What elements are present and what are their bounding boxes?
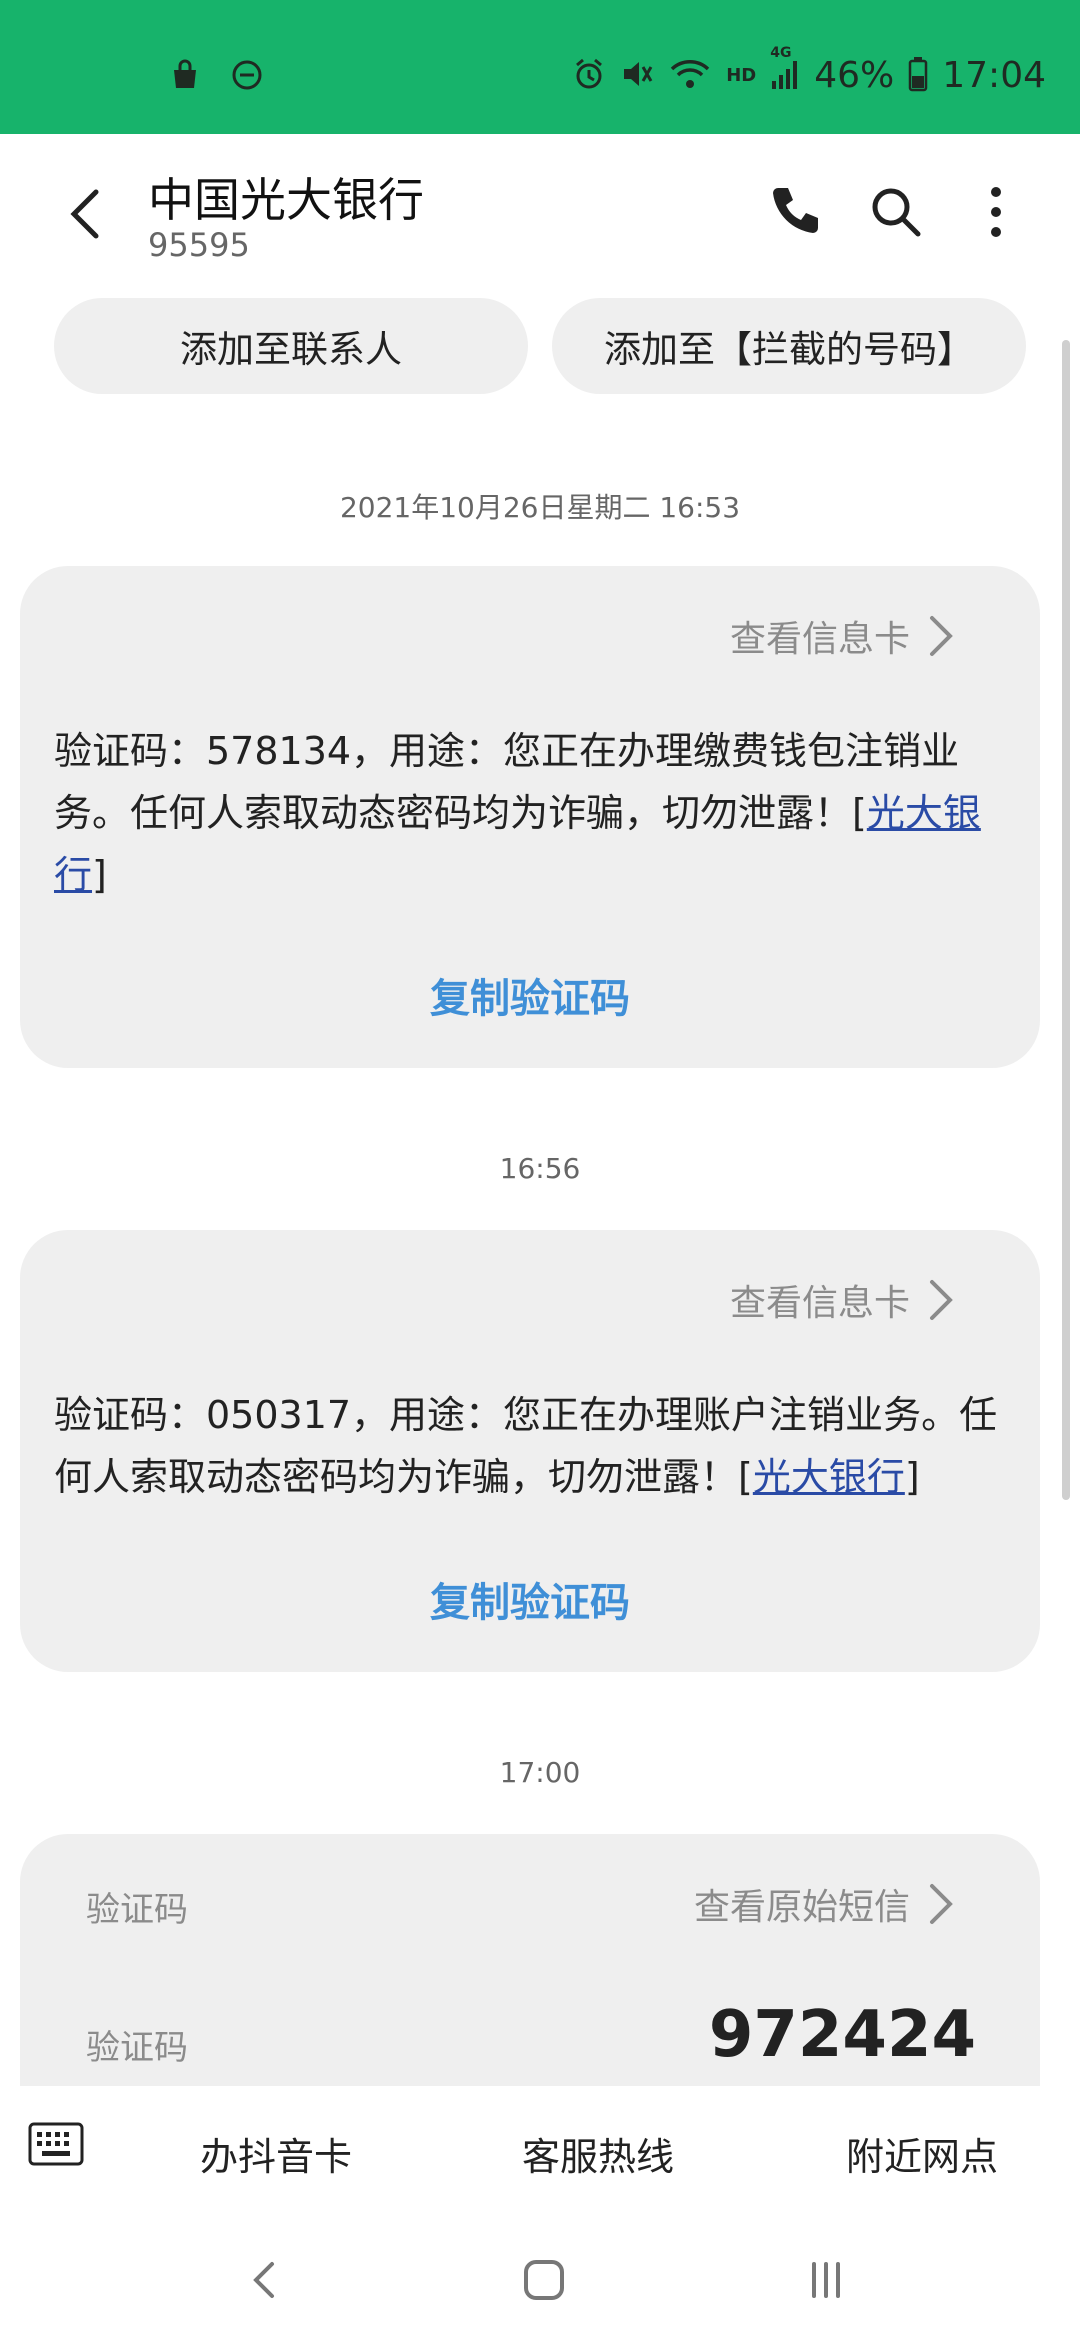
bank-link[interactable]: 光大银行 [753, 1455, 905, 1499]
nav-recents-icon [812, 2262, 840, 2298]
call-button[interactable] [764, 182, 824, 242]
nav-home-icon [524, 2260, 564, 2300]
nav-back-icon [253, 2262, 274, 2298]
battery-icon [908, 56, 928, 96]
phone-icon [773, 188, 818, 233]
quick-item-douyin-card[interactable]: 办抖音卡 [200, 2126, 352, 2181]
message-bubble[interactable]: 查看信息卡 验证码：578134，用途：您正在办理缴费钱包注销业务。任何人索取动… [20, 566, 1040, 1068]
do-not-disturb-icon [230, 58, 264, 96]
contact-name: 中国光大银行 [148, 173, 424, 227]
otp-code[interactable]: 972424 [709, 1998, 976, 2072]
otp-row-label: 验证码 [86, 2028, 188, 2068]
chevron-right-icon [930, 1884, 953, 1924]
timestamp: 2021年10月26日星期二 16:53 [339, 491, 741, 524]
message-bracket: ] [92, 853, 107, 897]
wifi-icon [668, 57, 712, 95]
view-info-card-label: 查看信息卡 [729, 1283, 910, 1324]
signal-icon: 4G [770, 45, 800, 95]
view-original-sms-link[interactable]: 查看原始短信 [694, 1878, 956, 1930]
system-nav-bar [0, 2216, 1080, 2340]
quick-action-bar: 办抖音卡 客服热线 附近网点 [0, 2086, 1080, 2216]
otp-card-title: 验证码 [86, 1890, 188, 1930]
mute-icon [620, 57, 654, 95]
network-type-label: 4G [770, 44, 792, 61]
quick-item-nearby-branches[interactable]: 附近网点 [846, 2126, 998, 2181]
add-to-blocked-button[interactable]: 添加至【拦截的号码】 [552, 298, 1026, 394]
more-options-button[interactable] [966, 182, 1026, 242]
view-info-card-label: 查看信息卡 [729, 619, 910, 660]
message-body: 验证码：578134，用途：您正在办理缴费钱包注销业务。任何人索取动态密码均为诈… [54, 729, 960, 835]
more-vert-icon [991, 187, 1001, 237]
timestamp: 17:00 [499, 1756, 581, 1789]
keyboard-button[interactable] [28, 2122, 84, 2166]
contact-number: 95595 [148, 226, 250, 264]
clock: 17:04 [942, 55, 1046, 96]
alarm-icon [572, 57, 606, 95]
quick-item-hotline[interactable]: 客服热线 [522, 2126, 674, 2181]
shopping-bag-icon [168, 58, 202, 96]
copy-code-button[interactable]: 复制验证码 [20, 966, 1040, 1024]
chevron-right-icon [930, 1280, 953, 1320]
status-bar: HD 4G 46% 17:04 [0, 0, 1080, 134]
view-original-label: 查看原始短信 [693, 1887, 910, 1928]
network-hd-label: HD [726, 65, 757, 86]
battery-percent: 46% [814, 55, 895, 96]
chevron-right-icon [930, 616, 953, 656]
keyboard-icon [28, 2122, 84, 2166]
back-button[interactable] [58, 184, 118, 244]
nav-home-button[interactable] [514, 2250, 574, 2310]
message-bracket: ] [904, 1455, 920, 1499]
view-info-card-link[interactable]: 查看信息卡 [730, 610, 956, 662]
nav-recents-button[interactable] [796, 2250, 856, 2310]
back-arrow-icon [70, 189, 99, 239]
search-icon [872, 188, 921, 237]
search-button[interactable] [866, 182, 926, 242]
nav-back-button[interactable] [234, 2250, 294, 2310]
conversation-header: 中国光大银行 95595 [0, 134, 1080, 284]
message-text: 验证码：578134，用途：您正在办理缴费钱包注销业务。任何人索取动态密码均为诈… [54, 720, 1014, 906]
timestamp: 16:56 [499, 1152, 581, 1185]
copy-code-button[interactable]: 复制验证码 [20, 1570, 1040, 1628]
view-info-card-link[interactable]: 查看信息卡 [730, 1274, 956, 1326]
add-to-contacts-button[interactable]: 添加至联系人 [54, 298, 528, 394]
message-bubble[interactable]: 查看信息卡 验证码：050317，用途：您正在办理账户注销业务。任何人索取动态密… [20, 1230, 1040, 1672]
message-text: 验证码：050317，用途：您正在办理账户注销业务。任何人索取动态密码均为诈骗，… [54, 1384, 1014, 1508]
